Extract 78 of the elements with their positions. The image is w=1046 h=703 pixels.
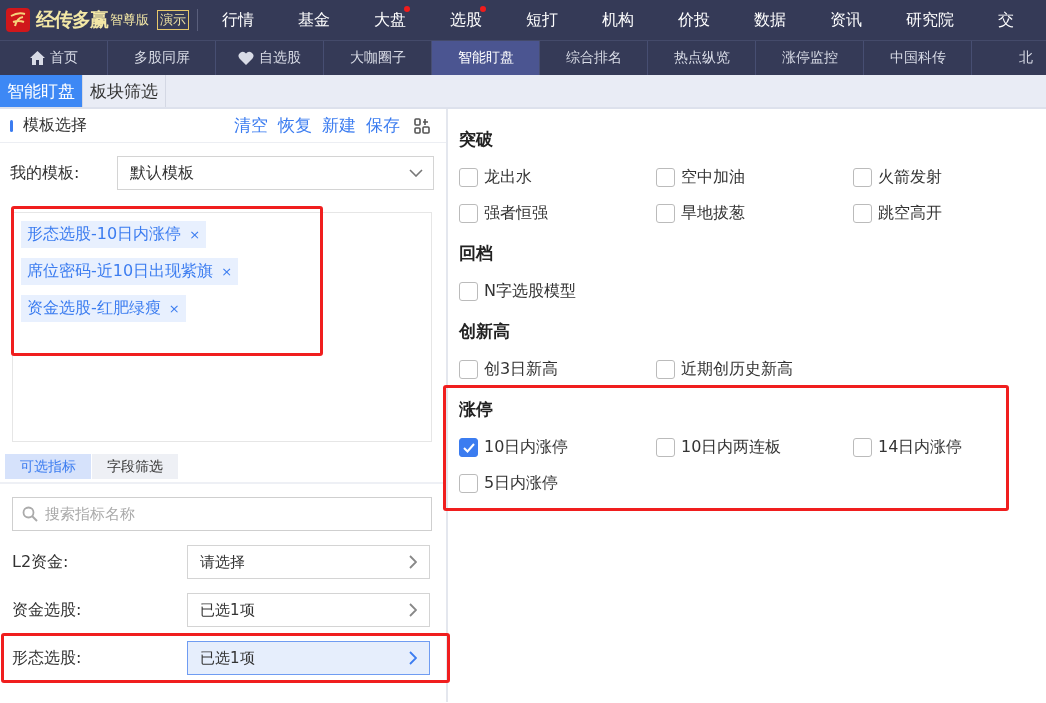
selector-field[interactable]: 请选择: [187, 545, 430, 579]
accent-bar: [10, 119, 13, 132]
remove-button[interactable]: ×: [221, 264, 233, 279]
checkbox[interactable]: [459, 360, 478, 379]
field-label: L2资金:: [12, 551, 70, 573]
indicator-tab[interactable]: 字段筛选: [92, 454, 178, 479]
remove-button[interactable]: ×: [189, 227, 201, 242]
field-label: 形态选股:: [12, 647, 83, 669]
field-label: 资金选股:: [12, 599, 83, 621]
panel-title: 模板选择: [23, 115, 87, 136]
checkbox[interactable]: [853, 204, 872, 223]
edition-label: 智尊版: [110, 11, 149, 29]
home-icon: [29, 51, 45, 65]
chevron-right-icon: [409, 555, 417, 569]
checkbox[interactable]: [459, 204, 478, 223]
option-label: 近期创历史新高: [681, 359, 793, 380]
action-link[interactable]: 恢复: [278, 114, 312, 137]
chevron-right-icon: [409, 603, 417, 617]
menu-item[interactable]: 交: [984, 9, 1028, 31]
template-dropdown[interactable]: 默认模板: [117, 156, 434, 190]
option-label: N字选股模型: [484, 281, 576, 302]
option-label: 5日内涨停: [484, 473, 559, 494]
checkbox[interactable]: [656, 168, 675, 187]
checkbox[interactable]: [853, 438, 872, 457]
group-title: 创新高: [459, 319, 511, 343]
action-link[interactable]: 新建: [322, 114, 356, 137]
group-title: 涨停: [459, 397, 494, 421]
menu-item[interactable]: 选股: [436, 9, 496, 31]
tag-label: 席位密码-近10日出现紫旗: [27, 261, 214, 282]
checkbox[interactable]: [459, 168, 478, 187]
sub-tab[interactable]: 板块筛选: [83, 75, 166, 107]
option-label: 跳空高开: [878, 203, 942, 224]
check-icon: [462, 442, 475, 453]
checkbox[interactable]: [853, 168, 872, 187]
field-label: 我的模板:: [10, 162, 81, 184]
checkbox[interactable]: [459, 438, 478, 457]
menu-item[interactable]: 价投: [664, 9, 724, 31]
checkbox[interactable]: [656, 360, 675, 379]
search-field[interactable]: 搜索指标名称: [12, 497, 432, 531]
menu-item[interactable]: 机构: [588, 9, 648, 31]
mode-badge: 演示: [157, 10, 189, 30]
brand-name: 经传多赢: [36, 7, 108, 32]
chevron-down-icon: [409, 169, 423, 177]
action-link[interactable]: 保存: [366, 114, 400, 137]
menu-item[interactable]: 数据: [740, 9, 800, 31]
menu-item[interactable]: 短打: [512, 9, 572, 31]
option-label: 旱地拔葱: [681, 203, 745, 224]
group-title: 突破: [459, 127, 494, 151]
option-label: 空中加油: [681, 167, 745, 188]
checkbox[interactable]: [656, 204, 675, 223]
selector-field[interactable]: 已选1项: [187, 641, 430, 675]
menu-item[interactable]: 大盘: [360, 9, 420, 31]
option-label: 火箭发射: [878, 167, 942, 188]
option-label: 10日内两连板: [681, 437, 782, 458]
group-title: 回档: [459, 241, 494, 265]
option-label: 14日内涨停: [878, 437, 963, 458]
selector-field[interactable]: 已选1项: [187, 593, 430, 627]
nav-tab[interactable]: 智能盯盘: [432, 41, 540, 75]
menu-item[interactable]: 研究院: [892, 9, 968, 31]
action-link[interactable]: 清空: [234, 114, 268, 137]
checkbox[interactable]: [656, 438, 675, 457]
option-label: 龙出水: [484, 167, 532, 188]
menu-item[interactable]: 基金: [284, 9, 344, 31]
option-label: 强者恒强: [484, 203, 548, 224]
search-icon: [22, 506, 38, 522]
heart-icon: [238, 51, 254, 65]
chevron-right-icon: [409, 651, 417, 665]
tag-label: 形态选股-10日内涨停: [27, 224, 182, 245]
logo-icon: [6, 8, 30, 32]
option-label: 创3日新高: [484, 359, 559, 380]
option-label: 10日内涨停: [484, 437, 569, 458]
menu-item[interactable]: 资讯: [816, 9, 876, 31]
checkbox[interactable]: [459, 474, 478, 493]
layout-icon: [414, 117, 430, 134]
tag-label: 资金选股-红肥绿瘦: [27, 298, 161, 319]
remove-button[interactable]: ×: [168, 301, 180, 316]
menu-item[interactable]: 行情: [208, 9, 268, 31]
checkbox[interactable]: [459, 282, 478, 301]
